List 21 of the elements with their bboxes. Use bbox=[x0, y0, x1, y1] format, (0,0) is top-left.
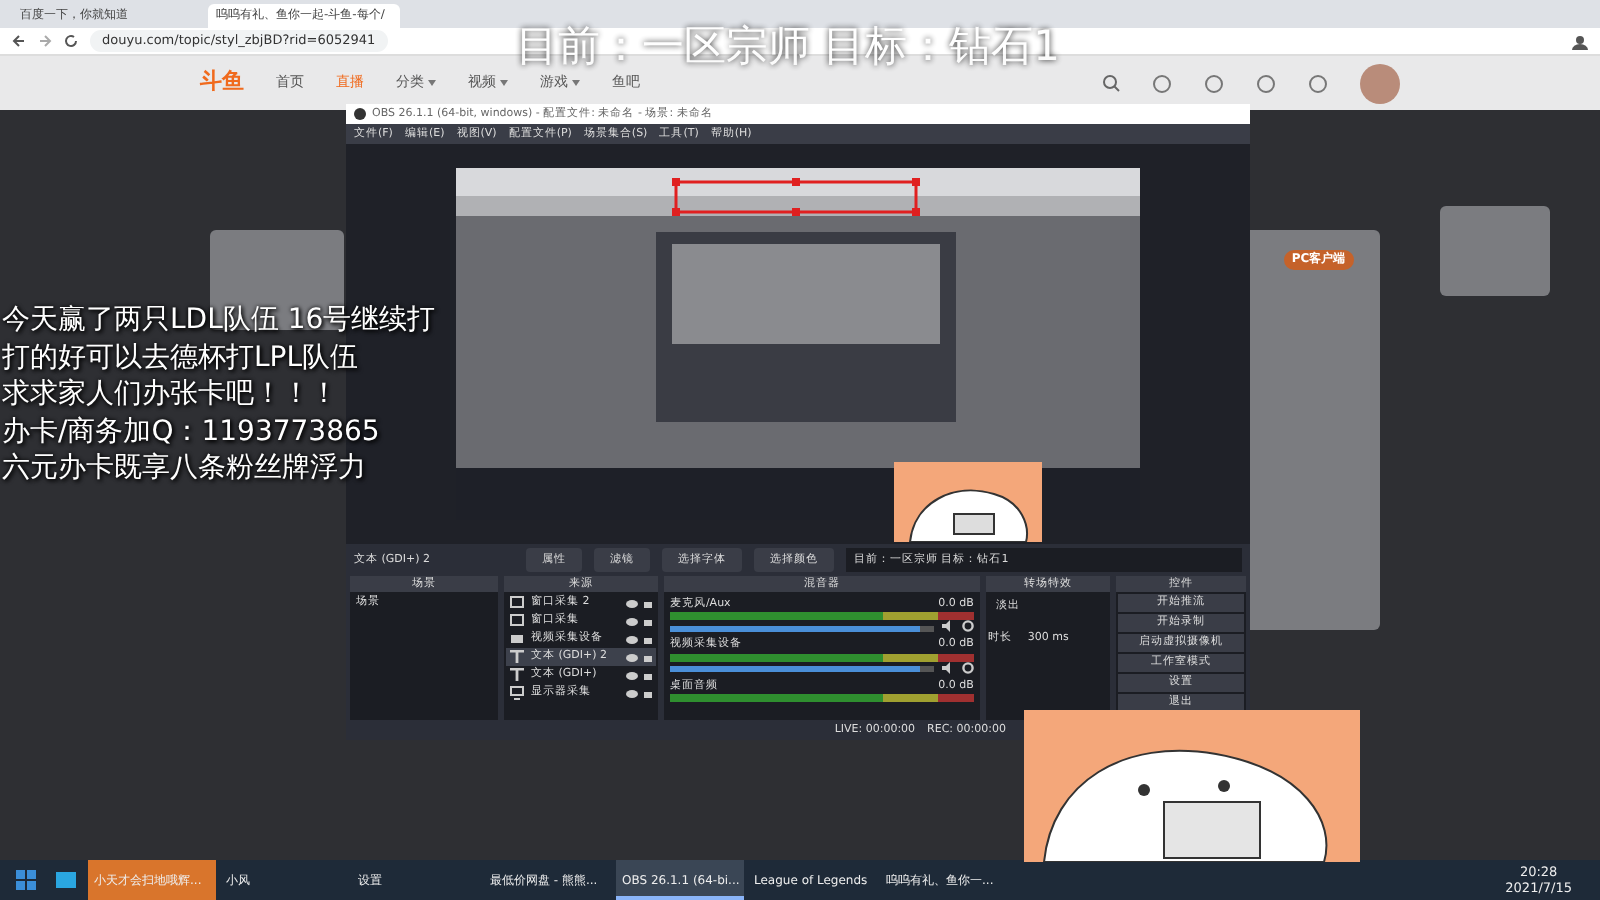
caret-icon[interactable] bbox=[428, 80, 436, 86]
overlay-text-line: 求求家人们办张卡吧！！！ bbox=[2, 376, 340, 413]
overlay-text-line: 六元办卡既享八条粉丝牌浮力 bbox=[2, 450, 368, 487]
caret-icon[interactable] bbox=[500, 80, 508, 86]
camera-icon bbox=[510, 632, 525, 646]
back-icon[interactable] bbox=[12, 34, 26, 48]
caret-icon[interactable] bbox=[572, 80, 580, 86]
windows-start-icon[interactable] bbox=[16, 870, 36, 890]
obs-logo-icon bbox=[354, 108, 366, 120]
settings-icon[interactable] bbox=[961, 620, 974, 633]
avatar-icon[interactable] bbox=[1572, 33, 1588, 49]
reload-icon[interactable] bbox=[64, 34, 78, 48]
page-panel bbox=[1440, 206, 1550, 296]
overlay-text-line: 打的好可以去德杯打LPL队伍 bbox=[2, 339, 361, 376]
overlay-text-line: 办卡/商务加Q：1193773865 bbox=[2, 413, 382, 450]
search-icon[interactable] bbox=[1102, 74, 1120, 92]
text-icon bbox=[510, 650, 525, 664]
settings-icon[interactable] bbox=[961, 661, 974, 673]
text-icon bbox=[510, 668, 525, 682]
monitor-icon bbox=[510, 686, 525, 700]
stream-goal-text: 目前：一区宗师 目标：钻石1 bbox=[516, 20, 1061, 74]
